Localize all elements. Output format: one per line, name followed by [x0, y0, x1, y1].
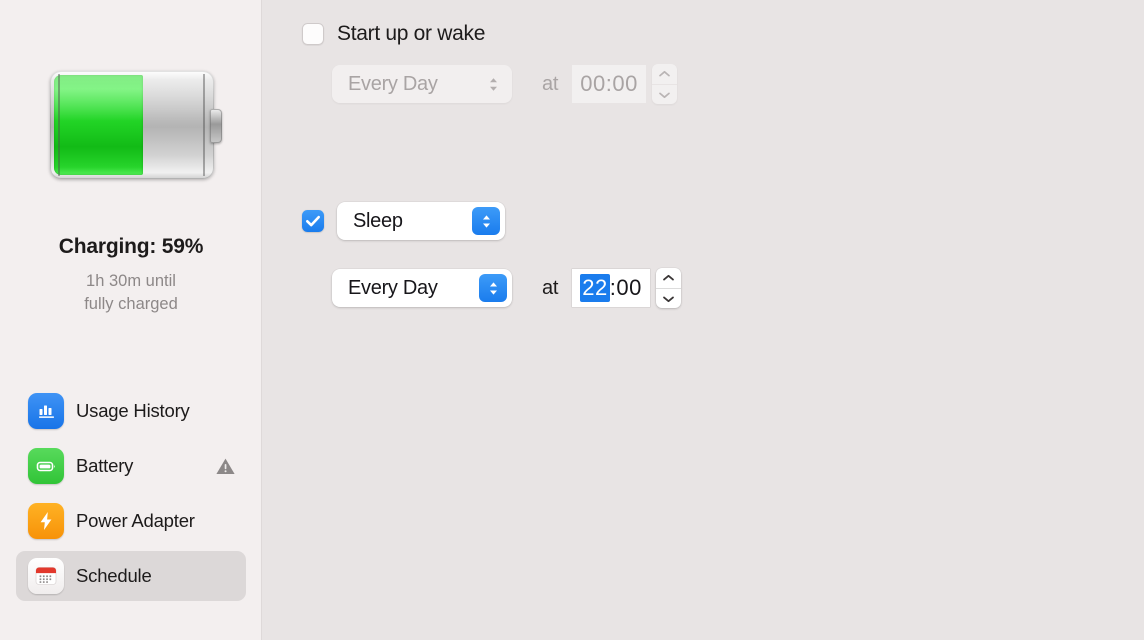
- energy-saver-window: Charging: 59% 1h 30m until fully charged…: [0, 0, 1144, 640]
- sidebar-item-label: Power Adapter: [76, 510, 195, 531]
- sleep-stepper-up-button[interactable]: [656, 268, 681, 288]
- sidebar-item-label: Usage History: [76, 400, 190, 421]
- wake-time-separator: :: [605, 71, 613, 96]
- sleep-repeat-value: Every Day: [348, 276, 438, 299]
- charge-status-text: Charging: 59%: [58, 235, 204, 258]
- battery-fill-level: [54, 75, 143, 175]
- chevron-up-down-icon: [479, 274, 507, 302]
- sidebar-nav: Usage History Battery Power Adapter Sche…: [16, 386, 246, 606]
- sidebar-item-schedule[interactable]: Schedule: [16, 551, 246, 601]
- sleep-time-stepper[interactable]: [655, 268, 681, 308]
- sleep-stepper-down-button[interactable]: [655, 288, 681, 308]
- sidebar-item-usage-history[interactable]: Usage History: [16, 386, 246, 436]
- sleep-action-popup[interactable]: Sleep: [337, 202, 505, 240]
- battery-seam-left: [58, 74, 60, 176]
- wake-time-field[interactable]: 00 : 00: [572, 65, 646, 103]
- chevron-up-down-icon: [472, 207, 500, 235]
- schedule-pane: Start up or wake Every Day at 00 : 00 Sl…: [262, 0, 1144, 640]
- warning-triangle-icon: [214, 455, 236, 477]
- sleep-action-popup-wrapper: Sleep: [337, 202, 505, 240]
- sleep-repeat-popup[interactable]: Every Day: [332, 269, 512, 307]
- battery-terminal-cap: [210, 109, 222, 143]
- wake-schedule-row: Every Day at 00 : 00: [332, 64, 677, 104]
- wake-time-stepper[interactable]: [651, 64, 677, 104]
- bar-chart-icon: [28, 393, 64, 429]
- wake-checkbox-row: Start up or wake: [302, 22, 485, 46]
- charge-time-remaining: 1h 30m until fully charged: [0, 270, 262, 316]
- wake-repeat-popup[interactable]: Every Day: [332, 65, 512, 103]
- wake-repeat-value: Every Day: [348, 72, 438, 95]
- sidebar-item-power-adapter[interactable]: Power Adapter: [16, 496, 246, 546]
- wake-stepper-up-button[interactable]: [652, 64, 677, 84]
- bolt-icon: [28, 503, 64, 539]
- sidebar-item-battery[interactable]: Battery: [16, 441, 246, 491]
- wake-checkbox-label: Start up or wake: [337, 22, 486, 45]
- sleep-checkbox-row: Sleep: [302, 202, 505, 240]
- sidebar: Charging: 59% 1h 30m until fully charged…: [0, 0, 262, 640]
- wake-checkbox[interactable]: [302, 23, 324, 45]
- sleep-time-separator: :: [609, 275, 617, 300]
- sidebar-item-label: Schedule: [76, 565, 152, 586]
- wake-at-label: at: [542, 72, 559, 95]
- battery-body: [50, 71, 214, 179]
- charge-note-line-1: 1h 30m until: [86, 272, 176, 290]
- sleep-checkbox[interactable]: [302, 210, 324, 232]
- battery-icon: [28, 448, 64, 484]
- battery-seam-right: [203, 74, 205, 176]
- wake-stepper-down-button[interactable]: [651, 84, 677, 104]
- sleep-at-label: at: [542, 276, 559, 299]
- sleep-action-value: Sleep: [353, 209, 403, 232]
- battery-status-graphic: [50, 71, 222, 179]
- calendar-icon: [28, 558, 64, 594]
- wake-time-minutes[interactable]: 00: [612, 71, 637, 97]
- sleep-time-hours[interactable]: 22: [580, 274, 610, 302]
- sleep-time-minutes[interactable]: 00: [616, 275, 641, 301]
- wake-time-hours[interactable]: 00: [580, 71, 605, 97]
- sidebar-item-label: Battery: [76, 455, 134, 476]
- chevron-up-down-icon: [479, 70, 507, 98]
- sleep-schedule-row: Every Day at 22 : 00: [332, 268, 681, 308]
- sleep-time-field[interactable]: 22 : 00: [572, 269, 650, 307]
- charge-note-line-2: fully charged: [84, 294, 178, 313]
